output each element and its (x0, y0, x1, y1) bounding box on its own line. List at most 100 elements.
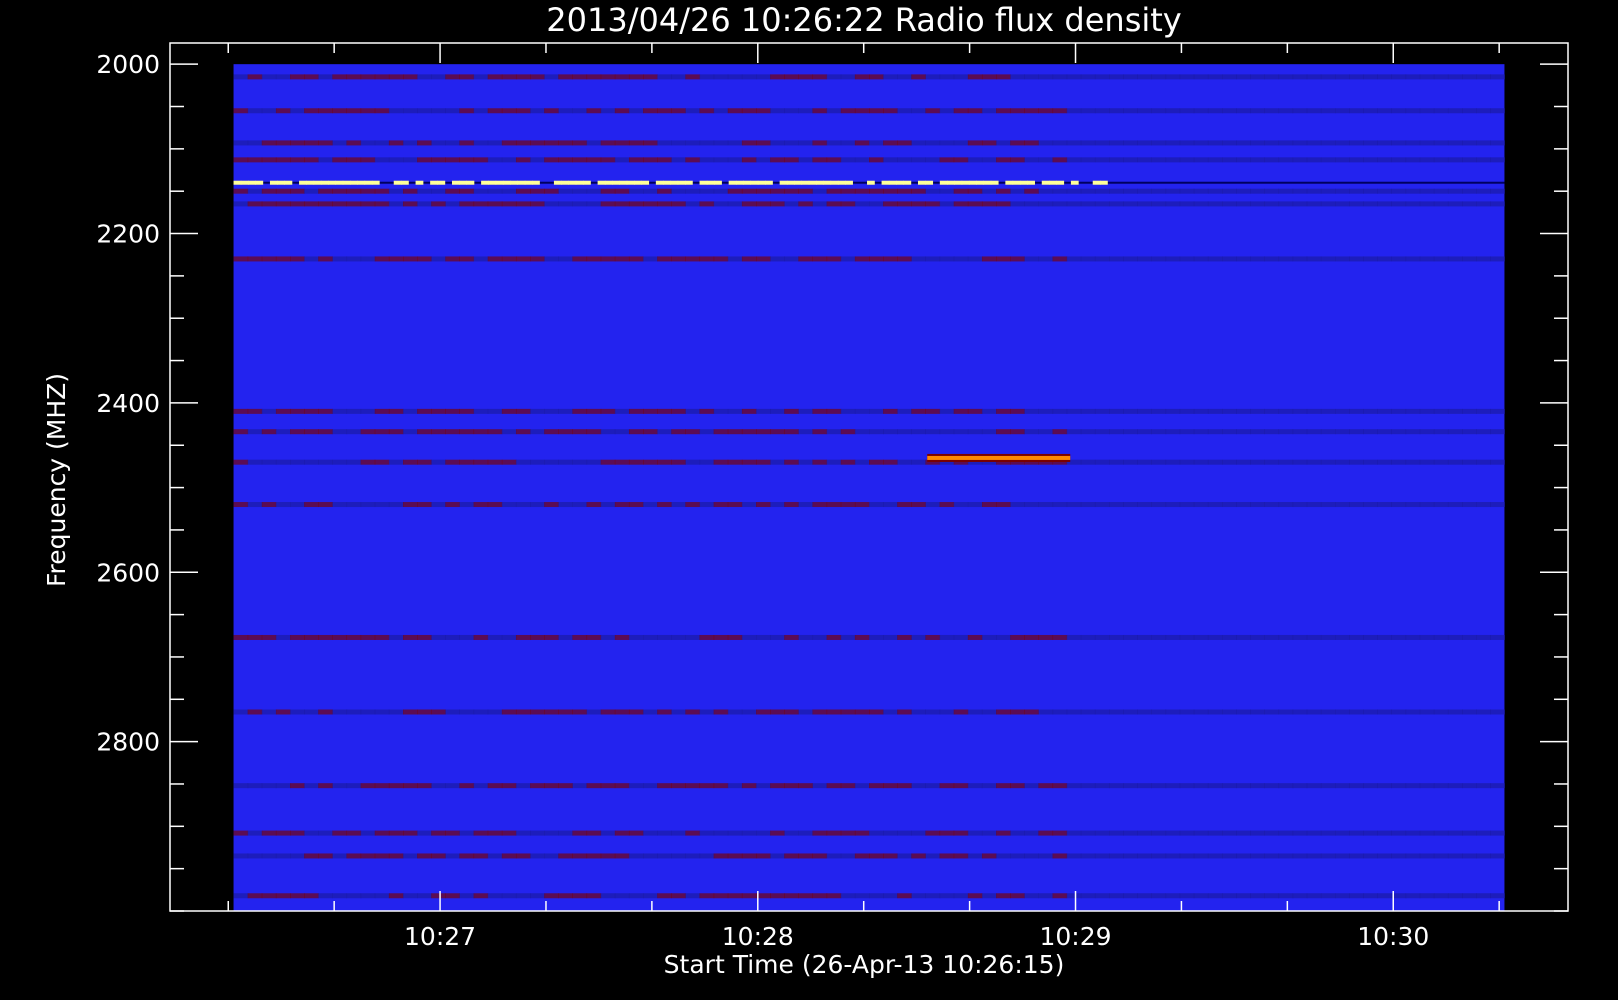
emission-lane-segment (1052, 74, 1068, 80)
emission-lane-segment (854, 140, 870, 146)
emission-lane-segment (544, 893, 559, 899)
emission-lane-segment (332, 830, 348, 836)
emission-lane-segment (1306, 502, 1322, 508)
emission-lane-segment (275, 188, 291, 194)
emission-lane-segment (685, 502, 701, 508)
emission-lane-segment (1109, 256, 1124, 262)
emission-lane-segment (840, 188, 856, 194)
emission-lane-segment (981, 783, 997, 789)
emission-lane-segment (741, 429, 757, 435)
emission-lane-segment (812, 893, 828, 899)
emission-lane-segment (586, 830, 602, 836)
emission-lane-segment (1306, 459, 1322, 465)
x-tick-label: 10:28 (722, 922, 794, 951)
emission-lane-segment (459, 74, 475, 80)
emission-lane-segment (685, 188, 701, 194)
emission-lane-segment (403, 459, 418, 465)
emission-lane-segment (261, 783, 277, 789)
emission-lane-segment (869, 709, 884, 715)
emission-lane-segment (784, 893, 799, 899)
emission-lane-segment (869, 74, 884, 80)
emission-lane-segment (1222, 188, 1237, 194)
emission-lane-segment (643, 853, 658, 859)
emission-lane-segment (261, 140, 277, 146)
emission-lane-segment (812, 634, 828, 640)
emission-lane-segment (1024, 429, 1039, 435)
emission-lane-segment (770, 108, 785, 114)
emission-lane-segment (360, 502, 376, 508)
emission-lane-segment (1476, 74, 1491, 80)
emission-lane-segment (459, 502, 475, 508)
emission-lane-segment (996, 256, 1011, 262)
emission-lane-segment (741, 108, 757, 114)
emission-lane-segment (897, 634, 912, 640)
emission-lane-segment (897, 459, 912, 465)
emission-lane-segment (854, 830, 870, 836)
emission-lane-segment (558, 459, 573, 465)
y-tick-label: 2800 (96, 728, 160, 757)
bright-burst-segment (612, 180, 620, 185)
emission-lane-segment (1038, 157, 1054, 163)
emission-lane-segment (1137, 830, 1152, 836)
emission-lane-segment (1222, 502, 1237, 508)
emission-lane-segment (981, 157, 997, 163)
emission-lane-segment (1038, 108, 1054, 114)
emission-lane-segment (501, 140, 517, 146)
emission-lane-segment (770, 157, 785, 163)
emission-lane-segment (671, 74, 686, 80)
emission-lane-segment (869, 140, 884, 146)
emission-lane-segment (1151, 74, 1167, 80)
emission-lane-segment (1207, 256, 1223, 262)
emission-lane-segment (445, 709, 460, 715)
emission-lane-segment (445, 201, 460, 207)
emission-lane-segment (1320, 157, 1336, 163)
emission-lane-segment (388, 408, 404, 414)
emission-lane-segment (1179, 853, 1195, 859)
emission-lane-segment (374, 256, 390, 262)
emission-lane-segment (699, 429, 715, 435)
emission-lane-segment (713, 157, 729, 163)
emission-lane-segment (1476, 853, 1491, 859)
emission-lane-segment (600, 157, 616, 163)
emission-lane-segment (445, 157, 460, 163)
bright-burst-segment (597, 180, 606, 185)
emission-lane-segment (671, 502, 686, 508)
emission-lane-segment (1010, 108, 1025, 114)
emission-lane-segment (515, 502, 531, 508)
emission-lane-segment (614, 893, 630, 899)
emission-lane-segment (628, 853, 644, 859)
emission-lane-segment (784, 429, 799, 435)
emission-lane-segment (614, 830, 630, 836)
emission-lane-segment (1391, 634, 1407, 640)
emission-lane-segment (1080, 853, 1096, 859)
emission-lane-segment (431, 188, 446, 194)
emission-lane-segment (1179, 459, 1195, 465)
emission-lane-segment (1306, 893, 1322, 899)
emission-lane-segment (883, 830, 898, 836)
emission-lane-segment (1094, 893, 1110, 899)
emission-lane-segment (812, 74, 828, 80)
emission-lane-segment (643, 459, 658, 465)
bright-burst-segment (903, 180, 912, 185)
emission-lane-segment (445, 783, 460, 789)
emission-lane-segment (996, 140, 1011, 146)
emission-lane-segment (911, 157, 926, 163)
emission-lane-segment (544, 634, 559, 640)
emission-lane-segment (798, 256, 814, 262)
emission-lane-segment (685, 783, 701, 789)
emission-lane-segment (925, 634, 941, 640)
emission-lane-segment (1080, 188, 1096, 194)
bright-burst-segment (604, 180, 613, 185)
emission-lane-segment (756, 502, 771, 508)
emission-lane-segment (1207, 188, 1223, 194)
emission-lane-segment (1462, 429, 1477, 435)
emission-lane-segment (1419, 709, 1435, 715)
emission-lane-segment (826, 140, 842, 146)
bright-burst-segment (619, 180, 628, 185)
emission-lane-segment (657, 783, 672, 789)
emission-lane-segment (1094, 502, 1110, 508)
emission-lane-segment (261, 830, 277, 836)
emission-lane-segment (487, 830, 503, 836)
emission-lane-segment (1264, 408, 1280, 414)
emission-lane-segment (403, 201, 418, 207)
